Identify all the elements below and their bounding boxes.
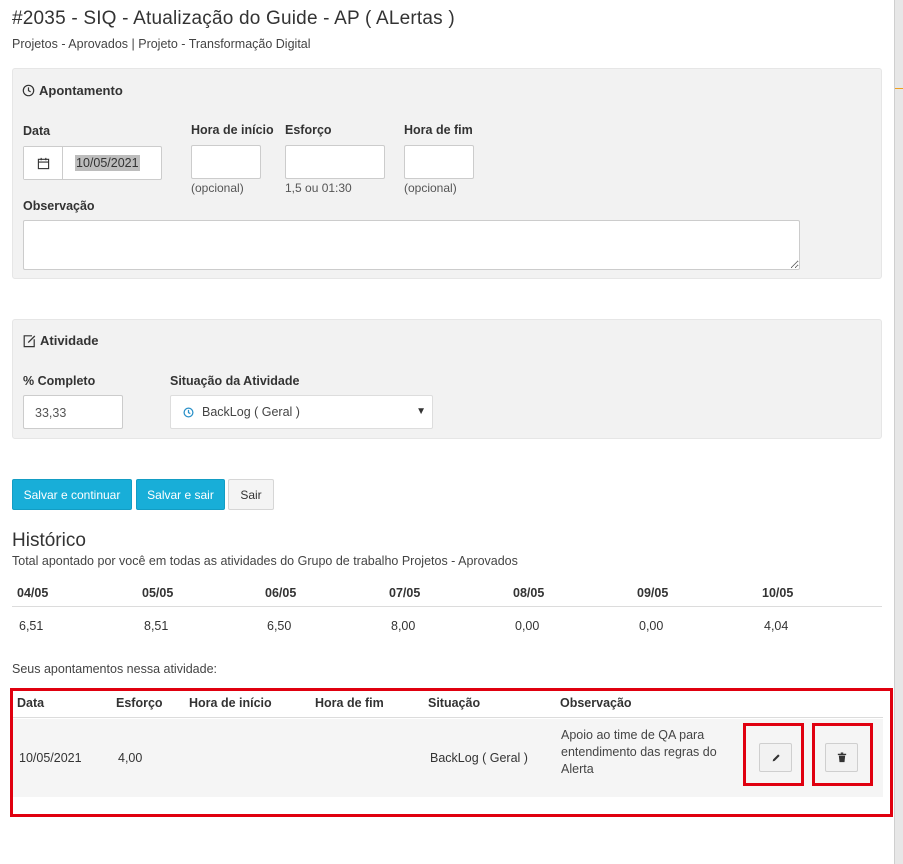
- completo-label: % Completo: [23, 374, 96, 388]
- hora-inicio-label: Hora de início: [191, 123, 274, 137]
- edit-icon: [23, 334, 36, 347]
- atividade-heading-label: Atividade: [40, 333, 99, 348]
- historico-value: 4,04: [764, 619, 789, 633]
- atividade-panel: Atividade % Completo 33,33 Situação da A…: [12, 319, 882, 439]
- historico-date: 04/05: [17, 586, 49, 600]
- observacao-label: Observação: [23, 199, 95, 213]
- esforco-hint: 1,5 ou 01:30: [285, 181, 352, 195]
- historico-subtitle: Total apontado por você em todas as ativ…: [12, 554, 518, 568]
- date-input[interactable]: 10/05/2021: [63, 147, 161, 179]
- historico-header-row: 04/05 05/05 06/05 07/05 08/05 09/05 10/0…: [12, 580, 882, 607]
- hora-inicio-input[interactable]: [191, 145, 261, 179]
- historico-value: 8,51: [144, 619, 169, 633]
- delete-highlight-frame: [812, 723, 873, 786]
- completo-input[interactable]: 33,33: [23, 395, 123, 429]
- situacao-label: Situação da Atividade: [170, 374, 300, 388]
- window-edge: [894, 0, 903, 864]
- esforco-label: Esforço: [285, 123, 332, 137]
- date-picker[interactable]: 10/05/2021: [23, 146, 162, 180]
- hora-fim-hint: (opcional): [404, 181, 457, 195]
- page-title: #2035 - SIQ - Atualização do Guide - AP …: [12, 8, 455, 29]
- apontamento-heading-label: Apontamento: [39, 83, 123, 98]
- historico-date: 08/05: [513, 586, 545, 600]
- historico-value: 6,51: [19, 619, 44, 633]
- breadcrumb: Projetos - Aprovados | Projeto - Transfo…: [12, 37, 311, 51]
- historico-table: 04/05 05/05 06/05 07/05 08/05 09/05 10/0…: [12, 580, 882, 634]
- apontamento-panel: Apontamento Data 10/05/2021 Hora de iníc…: [12, 68, 882, 279]
- situacao-select[interactable]: BackLog ( Geral ) ▼: [170, 395, 433, 429]
- hora-inicio-hint: (opcional): [191, 181, 244, 195]
- historico-values-row: 6,51 8,51 6,50 8,00 0,00 0,00 4,04: [12, 607, 882, 634]
- situacao-select-value: BackLog ( Geral ): [202, 405, 300, 419]
- observacao-textarea[interactable]: [23, 220, 800, 270]
- esforco-input[interactable]: [285, 145, 385, 179]
- date-input-value: 10/05/2021: [75, 155, 140, 171]
- data-label: Data: [23, 124, 51, 138]
- edge-marker: [895, 88, 903, 89]
- hora-fim-label: Hora de fim: [404, 123, 473, 137]
- historico-title: Histórico: [12, 530, 86, 551]
- historico-date: 10/05: [762, 586, 794, 600]
- calendar-icon: [37, 157, 49, 169]
- atividade-heading: Atividade: [22, 333, 99, 348]
- apontamento-heading: Apontamento: [22, 83, 123, 98]
- historico-date: 07/05: [389, 586, 421, 600]
- exit-button[interactable]: Sair: [228, 479, 274, 510]
- historico-value: 0,00: [515, 619, 540, 633]
- historico-date: 05/05: [142, 586, 174, 600]
- save-exit-button[interactable]: Salvar e sair: [136, 479, 225, 510]
- historico-value: 0,00: [639, 619, 664, 633]
- historico-date: 06/05: [265, 586, 297, 600]
- save-continue-button[interactable]: Salvar e continuar: [12, 479, 132, 510]
- clock-icon: [22, 84, 35, 97]
- historico-value: 8,00: [391, 619, 416, 633]
- edit-highlight-frame: [743, 723, 804, 786]
- calendar-button[interactable]: [24, 147, 63, 179]
- historico-date: 09/05: [637, 586, 669, 600]
- chevron-down-icon: ▼: [416, 406, 426, 417]
- hora-fim-input[interactable]: [404, 145, 474, 179]
- meus-apontamentos-label: Seus apontamentos nessa atividade:: [12, 662, 217, 676]
- clock-icon: [183, 406, 194, 418]
- historico-value: 6,50: [267, 619, 292, 633]
